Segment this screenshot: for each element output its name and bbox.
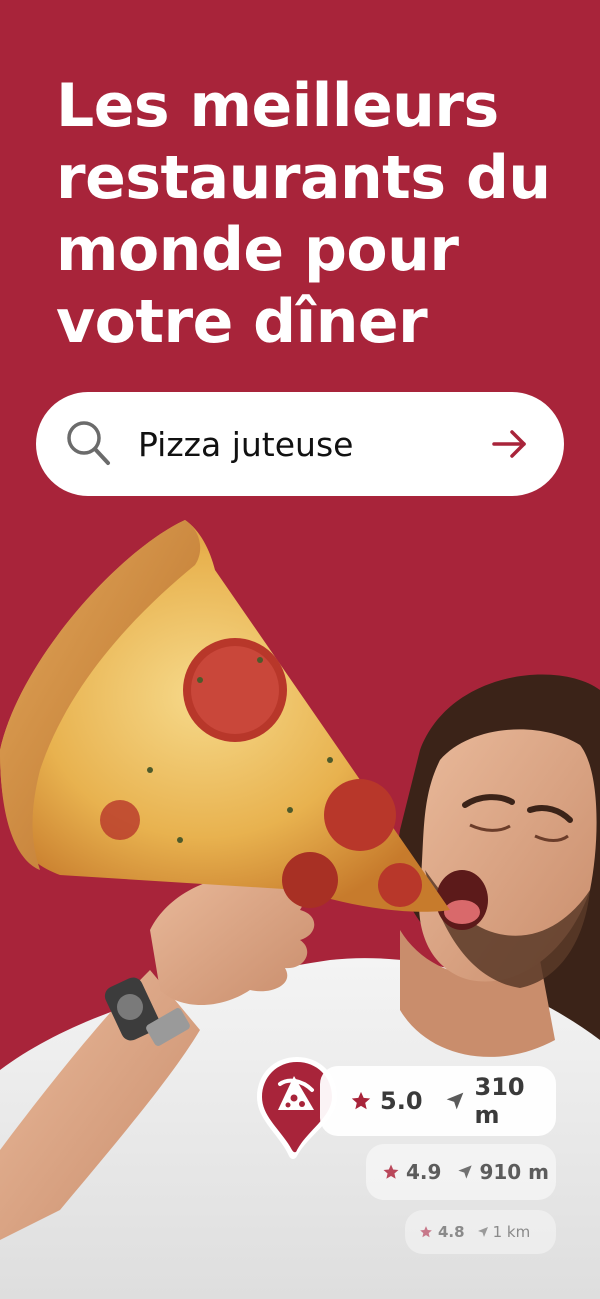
title-line-2: restaurants du xyxy=(56,143,551,213)
rating-value: 4.9 xyxy=(406,1160,442,1184)
restaurant-result-card[interactable]: 4.9 910 m xyxy=(366,1144,556,1200)
search-bar[interactable] xyxy=(36,392,564,496)
restaurant-result-card[interactable]: 4.8 1 km xyxy=(405,1210,556,1254)
search-submit-button[interactable] xyxy=(480,414,540,474)
title-line-4: votre dîner xyxy=(56,287,428,357)
distance-value: 310 m xyxy=(474,1073,525,1129)
rating-value: 4.8 xyxy=(438,1223,465,1241)
search-icon xyxy=(67,421,110,465)
star-icon xyxy=(351,1091,371,1110)
star-icon xyxy=(383,1164,399,1179)
arrow-right-icon xyxy=(492,430,526,458)
star-icon xyxy=(420,1226,432,1238)
screen: Les meilleurs restaurants du monde pour … xyxy=(0,0,600,1299)
title-line-3: monde pour xyxy=(56,215,459,285)
restaurant-result-card[interactable]: 5.0 310 m xyxy=(320,1066,556,1136)
distance-value: 1 km xyxy=(492,1223,531,1241)
page-title: Les meilleurs restaurants du monde pour … xyxy=(56,70,576,358)
navigation-arrow-icon xyxy=(458,1165,473,1179)
distance-value: 910 m xyxy=(479,1160,549,1184)
navigation-arrow-icon xyxy=(477,1227,488,1237)
title-line-1: Les meilleurs xyxy=(56,71,499,141)
navigation-arrow-icon xyxy=(446,1092,463,1110)
rating-value: 5.0 xyxy=(380,1087,423,1115)
search-input[interactable] xyxy=(138,416,468,472)
